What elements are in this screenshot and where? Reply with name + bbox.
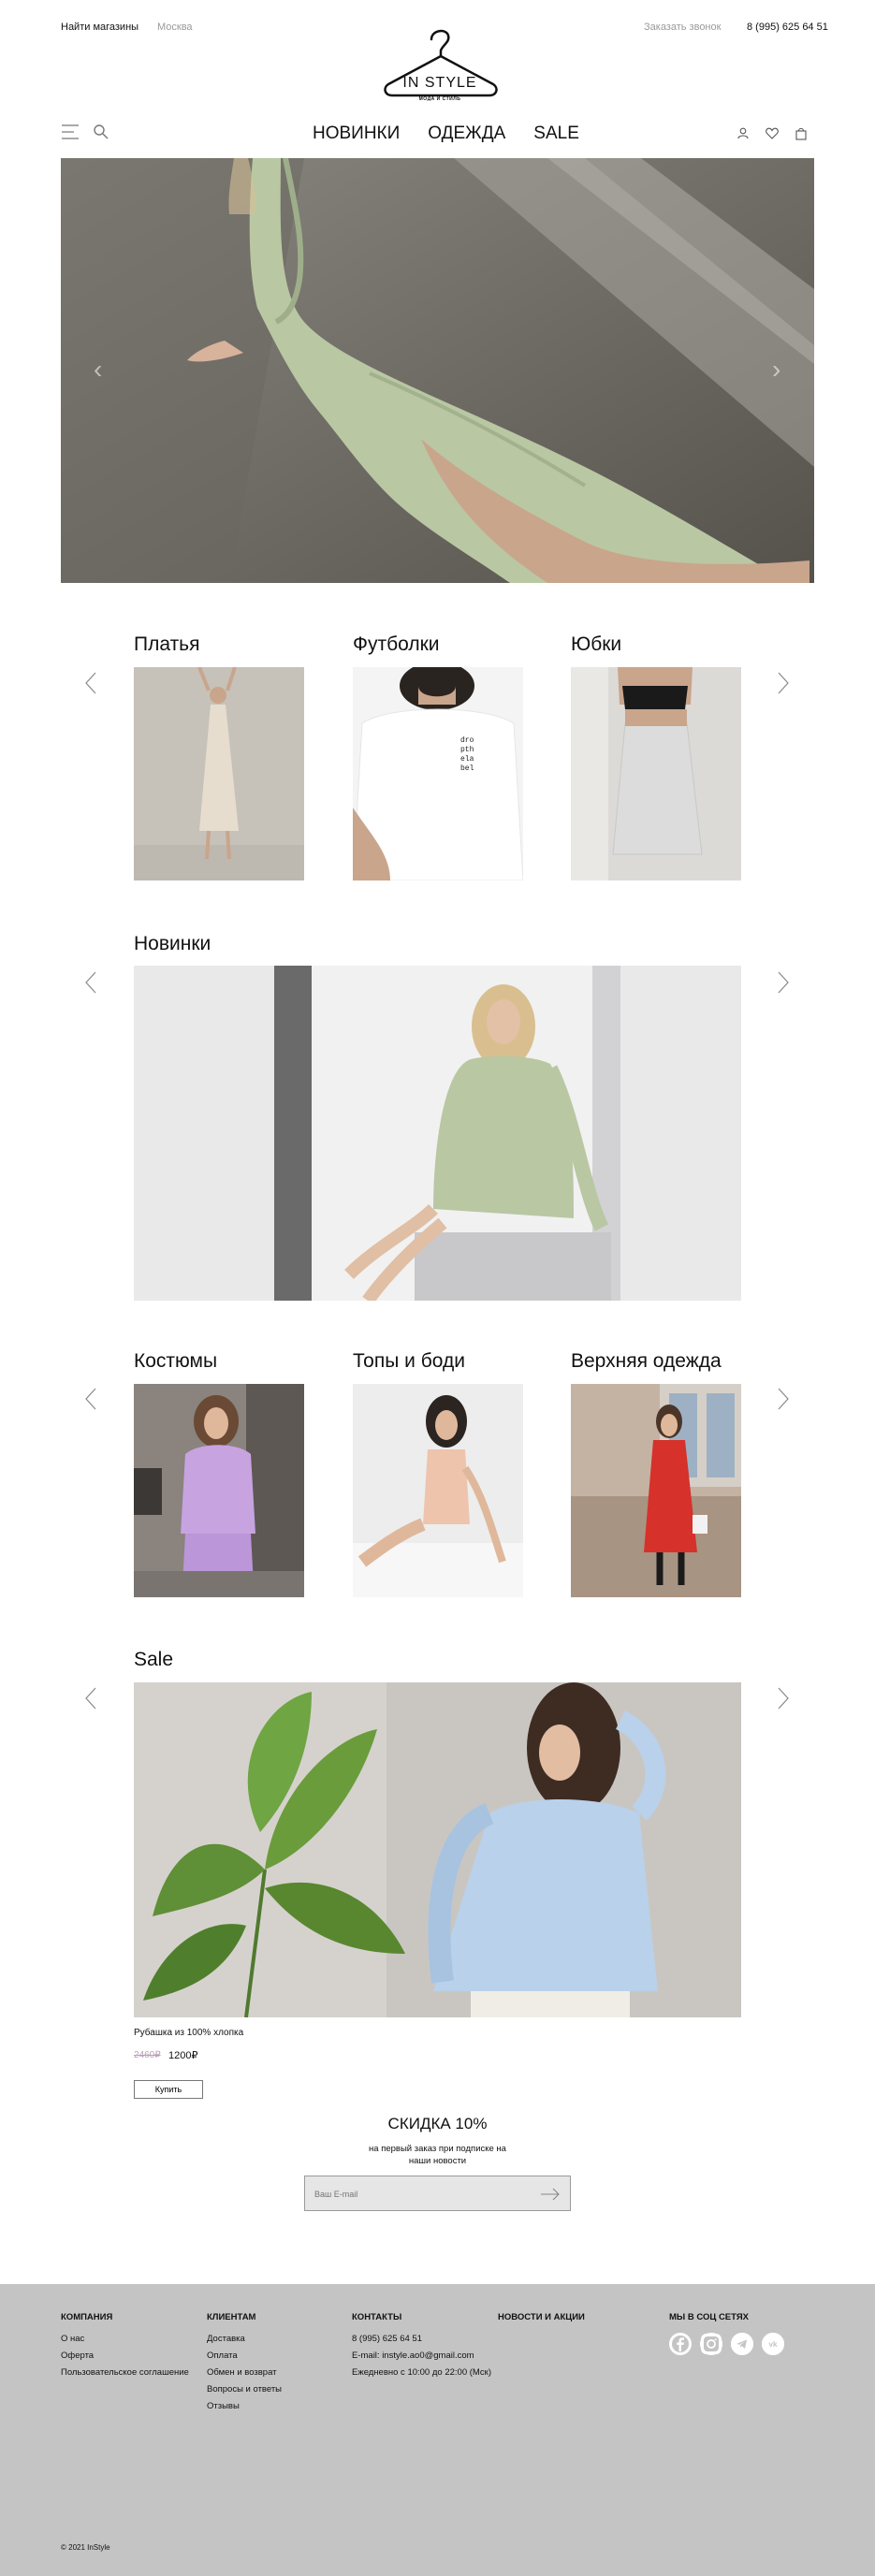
footer-contacts-title: КОНТАКТЫ [352, 2312, 402, 2322]
tshirt-photo: dro pth ela bel [353, 667, 523, 880]
new-arrivals-photo [134, 966, 741, 1301]
footer-link-delivery[interactable]: Доставка [207, 2334, 282, 2344]
city-selector[interactable]: Москва [157, 22, 193, 33]
category-title-skirts[interactable]: Юбки [571, 633, 621, 656]
subscribe-form [304, 2176, 571, 2211]
footer-email[interactable]: E-mail: instyle.ao0@gmail.com [352, 2350, 491, 2361]
footer-news: НОВОСТИ И АКЦИИ [498, 2312, 585, 2334]
category-card-suits[interactable] [134, 1384, 304, 1597]
copyright: © 2021 InStyle [61, 2543, 110, 2552]
categories-next-icon[interactable] [773, 669, 794, 697]
suit-photo [134, 1384, 304, 1597]
logo-tagline: МОДА И СТИЛЬ [418, 96, 461, 102]
dress-photo [134, 667, 304, 880]
category-title-dresses[interactable]: Платья [134, 633, 200, 656]
categories2-next-icon[interactable] [773, 1385, 794, 1413]
arrow-right-icon[interactable] [539, 2186, 561, 2203]
logo-title: IN STYLE [402, 75, 477, 91]
footer-link-offer[interactable]: Оферта [61, 2350, 189, 2361]
search-icon[interactable] [93, 124, 109, 145]
skirt-photo [571, 667, 741, 880]
social-links: vk [669, 2333, 784, 2355]
footer-link-about[interactable]: О нас [61, 2334, 189, 2344]
new-section-title: Новинки [134, 933, 211, 954]
categories2-prev-icon[interactable] [80, 1385, 101, 1413]
category-title-tshirts[interactable]: Футболки [353, 633, 440, 656]
category-card-tshirts[interactable]: dro pth ela bel [353, 667, 523, 880]
discount-text: на первый заказ при подписке на наши нов… [0, 2143, 875, 2167]
footer: КОМПАНИЯ О нас Оферта Пользовательское с… [0, 2284, 875, 2576]
menu-icon[interactable] [61, 124, 80, 145]
category-card-skirts[interactable] [571, 667, 741, 880]
instagram-icon[interactable] [700, 2333, 722, 2355]
footer-clients-title: КЛИЕНТАМ [207, 2312, 256, 2322]
outerwear-photo [571, 1384, 741, 1597]
svg-text:vk: vk [769, 2340, 778, 2349]
footer-link-faq[interactable]: Вопросы и ответы [207, 2384, 282, 2394]
category-title-outerwear[interactable]: Верхняя одежда [571, 1350, 722, 1373]
email-field[interactable] [314, 2186, 520, 2203]
sale-product-name[interactable]: Рубашка из 100% хлопка [134, 2028, 243, 2038]
footer-social-title: МЫ В СОЦ СЕТЯХ [669, 2312, 749, 2322]
sale-photo [134, 1682, 741, 2017]
footer-hours: Ежедневно с 10:00 до 22:00 (Мск) [352, 2367, 491, 2378]
sale-prev-icon[interactable] [80, 1684, 101, 1712]
footer-link-agreement[interactable]: Пользовательское соглашение [61, 2367, 189, 2378]
category-title-suits[interactable]: Костюмы [134, 1350, 217, 1373]
hero-banner[interactable]: ‹ › [61, 158, 814, 583]
sale-next-icon[interactable] [773, 1684, 794, 1712]
facebook-icon[interactable] [669, 2333, 692, 2355]
categories-prev-icon[interactable] [80, 669, 101, 697]
nav-clothing[interactable]: ОДЕЖДА [428, 124, 505, 144]
footer-link-returns[interactable]: Обмен и возврат [207, 2367, 282, 2378]
heart-icon[interactable] [766, 127, 779, 145]
discount-text-line2: наши новости [408, 2156, 467, 2166]
nav-new[interactable]: НОВИНКИ [313, 124, 400, 144]
user-icon[interactable] [737, 127, 749, 145]
footer-clients: КЛИЕНТАМ Доставка Оплата Обмен и возврат… [207, 2312, 282, 2418]
vk-icon[interactable]: vk [762, 2333, 784, 2355]
bag-icon[interactable] [795, 127, 807, 145]
old-price: 2460₽ [134, 2050, 161, 2060]
hero-next-icon[interactable]: › [772, 355, 780, 385]
footer-company: КОМПАНИЯ О нас Оферта Пользовательское с… [61, 2312, 189, 2384]
footer-link-payment[interactable]: Оплата [207, 2350, 282, 2361]
nav-sale[interactable]: SALE [533, 124, 579, 144]
phone-link[interactable]: 8 (995) 625 64 51 [747, 22, 828, 33]
discount-title: СКИДКА 10% [387, 2115, 488, 2132]
category-card-outerwear[interactable] [571, 1384, 741, 1597]
category-title-tops[interactable]: Топы и боди [353, 1350, 465, 1373]
hero-prev-icon[interactable]: ‹ [94, 355, 102, 385]
main-nav: НОВИНКИ ОДЕЖДА SALE [0, 122, 875, 150]
tshirt-print: dro pth ela bel [460, 736, 474, 773]
footer-company-title: КОМПАНИЯ [61, 2312, 113, 2322]
buy-button[interactable]: Купить [134, 2080, 203, 2099]
new-next-icon[interactable] [773, 968, 794, 997]
footer-contacts: КОНТАКТЫ 8 (995) 625 64 51 E-mail: insty… [352, 2312, 491, 2384]
new-prev-icon[interactable] [80, 968, 101, 997]
new-arrivals-banner[interactable] [134, 966, 741, 1301]
footer-link-reviews[interactable]: Отзывы [207, 2401, 282, 2411]
discount-text-line1: на первый заказ при подписке на [369, 2144, 506, 2154]
sale-section-title: Sale [134, 1649, 174, 1670]
tops-photo [353, 1384, 523, 1597]
callback-link[interactable]: Заказать звонок [644, 22, 721, 33]
telegram-icon[interactable] [731, 2333, 753, 2355]
hero-image [61, 158, 814, 583]
category-card-tops[interactable] [353, 1384, 523, 1597]
sale-product-image[interactable] [134, 1682, 741, 2017]
footer-phone[interactable]: 8 (995) 625 64 51 [352, 2334, 491, 2344]
find-stores-link[interactable]: Найти магазины [61, 22, 139, 33]
category-card-dresses[interactable] [134, 667, 304, 880]
footer-social: МЫ В СОЦ СЕТЯХ [669, 2312, 749, 2334]
footer-news-title[interactable]: НОВОСТИ И АКЦИИ [498, 2312, 585, 2322]
logo[interactable]: IN STYLE МОДА И СТИЛЬ [379, 26, 501, 110]
new-price: 1200₽ [168, 2050, 198, 2061]
